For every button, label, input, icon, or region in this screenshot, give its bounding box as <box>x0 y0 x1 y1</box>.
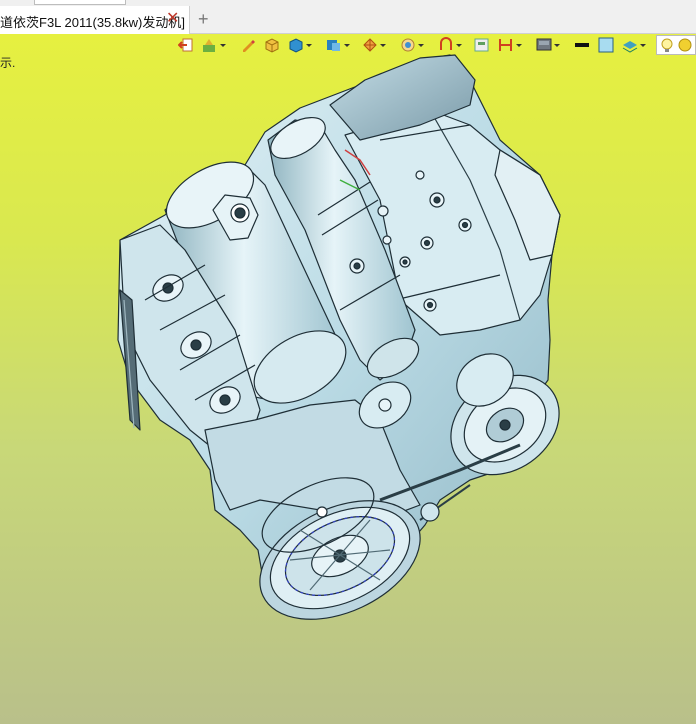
close-tab-icon[interactable]: ✕ <box>166 9 179 29</box>
new-tab-button[interactable]: + <box>198 8 209 30</box>
3d-viewport[interactable]: 示. <box>0 34 696 724</box>
quick-access-field[interactable] <box>34 0 126 5</box>
document-tab[interactable]: 道依茨F3L 2011(35.8kw)发动机] ✕ <box>0 6 190 34</box>
engine-3d-model[interactable] <box>0 34 696 724</box>
document-tab-bar: 道依茨F3L 2011(35.8kw)发动机] ✕ + <box>0 6 696 34</box>
document-tab-title: 道依茨F3L 2011(35.8kw)发动机] <box>0 15 185 30</box>
